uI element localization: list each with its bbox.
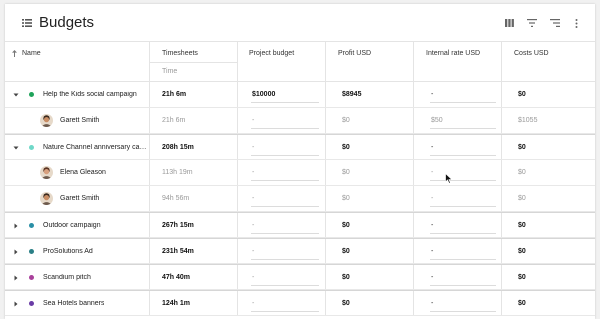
internal-rate-input[interactable]: - <box>431 91 433 98</box>
time-value: 124h 1m <box>162 300 191 307</box>
project-name[interactable]: Outdoor campaign <box>43 222 101 229</box>
costs-value: $0 <box>518 222 526 229</box>
project-name[interactable]: Nature Channel anniversary cam... <box>43 144 147 151</box>
caret-right-icon[interactable] <box>13 275 19 281</box>
project-color-dot <box>29 275 34 280</box>
internal-rate-input[interactable]: - <box>431 195 433 202</box>
page-title: Budgets <box>39 14 95 31</box>
budgets-card: Budgets Name Timesheets Time Project bud… <box>5 4 595 319</box>
project-budget-input[interactable]: - <box>252 248 254 255</box>
profit-value: $0 <box>342 169 350 176</box>
project-budget-input[interactable]: - <box>252 117 254 124</box>
internal-rate-input[interactable]: - <box>431 300 433 307</box>
profit-value: $0 <box>342 300 350 307</box>
column-header-timesheets[interactable]: Timesheets <box>162 50 198 57</box>
internal-rate-input[interactable]: $50 <box>431 117 443 124</box>
costs-value: $0 <box>518 169 526 176</box>
project-color-dot <box>29 145 34 150</box>
costs-value: $0 <box>518 274 526 281</box>
caret-right-icon[interactable] <box>13 301 19 307</box>
person-name[interactable]: Garett Smith <box>60 195 99 202</box>
project-name[interactable]: Scandium pitch <box>43 274 91 281</box>
time-value: 94h 56m <box>162 195 190 202</box>
person-name[interactable]: Elena Gleason <box>60 169 106 176</box>
avatar <box>40 114 53 127</box>
internal-rate-input[interactable]: - <box>431 169 433 176</box>
project-row[interactable]: Outdoor campaign 267h 15m - $0 - $0 <box>5 212 595 238</box>
more-vert-icon[interactable] <box>575 19 578 28</box>
project-row[interactable]: Nature Channel anniversary cam... 208h 15… <box>5 134 595 160</box>
person-row[interactable]: Garett Smith 21h 6m - $0 $50 $1055 <box>5 108 595 134</box>
table-body: Help the Kids social campaign 21h 6m $1000… <box>5 82 595 316</box>
project-color-dot <box>29 301 34 306</box>
sort-arrow-up-icon[interactable] <box>12 50 17 57</box>
project-row[interactable]: ProSolutions Ad 231h 54m - $0 - $0 <box>5 238 595 264</box>
table-header: Name Timesheets Time Project budget Prof… <box>5 42 595 82</box>
profit-value: $8945 <box>342 91 362 98</box>
time-value: 21h 6m <box>162 91 187 98</box>
columns-icon[interactable] <box>505 19 514 27</box>
time-value: 47h 40m <box>162 274 191 281</box>
caret-right-icon[interactable] <box>13 223 19 229</box>
project-budget-input[interactable]: - <box>252 144 254 151</box>
caret-down-icon[interactable] <box>13 92 19 98</box>
caret-right-icon[interactable] <box>13 249 19 255</box>
project-budget-input[interactable]: - <box>252 169 254 176</box>
project-budget-input[interactable]: - <box>252 274 254 281</box>
column-header-profit[interactable]: Profit USD <box>338 50 371 57</box>
column-header-costs[interactable]: Costs USD <box>514 50 549 57</box>
project-budget-input[interactable]: - <box>252 300 254 307</box>
caret-down-icon[interactable] <box>13 145 19 151</box>
internal-rate-input[interactable]: - <box>431 144 433 151</box>
time-value: 231h 54m <box>162 248 194 255</box>
profit-value: $0 <box>342 195 350 202</box>
profit-value: $0 <box>342 144 350 151</box>
profit-value: $0 <box>342 222 350 229</box>
project-budget-input[interactable]: $10000 <box>252 91 275 98</box>
column-header-project-budget[interactable]: Project budget <box>249 50 294 57</box>
list-icon[interactable] <box>22 19 32 27</box>
budgets-table: Name Timesheets Time Project budget Prof… <box>5 42 595 316</box>
project-name[interactable]: ProSolutions Ad <box>43 248 93 255</box>
costs-value: $0 <box>518 195 526 202</box>
mouse-cursor-icon <box>445 173 453 184</box>
internal-rate-input[interactable]: - <box>431 222 433 229</box>
profit-value: $0 <box>342 274 350 281</box>
column-header-name[interactable]: Name <box>22 50 41 57</box>
costs-value: $1055 <box>518 117 538 124</box>
time-value: 21h 6m <box>162 117 186 124</box>
project-name[interactable]: Sea Hotels banners <box>43 300 104 307</box>
time-value: 208h 15m <box>162 144 194 151</box>
project-color-dot <box>29 223 34 228</box>
person-name[interactable]: Garett Smith <box>60 117 99 124</box>
profit-value: $0 <box>342 248 350 255</box>
project-row[interactable]: Scandium pitch 47h 40m - $0 - $0 <box>5 264 595 290</box>
time-value: 267h 15m <box>162 222 194 229</box>
costs-value: $0 <box>518 91 526 98</box>
time-value: 113h 19m <box>162 169 193 176</box>
column-subheader-time: Time <box>162 68 178 75</box>
project-budget-input[interactable]: - <box>252 195 254 202</box>
filter-icon[interactable] <box>527 19 537 27</box>
project-row[interactable]: Help the Kids social campaign 21h 6m $1000… <box>5 82 595 108</box>
costs-value: $0 <box>518 144 526 151</box>
internal-rate-input[interactable]: - <box>431 274 433 281</box>
avatar <box>40 192 53 205</box>
project-color-dot <box>29 92 34 97</box>
avatar <box>40 166 53 179</box>
costs-value: $0 <box>518 248 526 255</box>
person-row[interactable]: Elena Gleason 113h 19m - $0 - $0 <box>5 160 595 186</box>
project-budget-input[interactable]: - <box>252 222 254 229</box>
page-header: Budgets <box>5 4 595 42</box>
costs-value: $0 <box>518 300 526 307</box>
project-row[interactable]: Sea Hotels banners 124h 1m - $0 - $0 <box>5 290 595 316</box>
person-row[interactable]: Garett Smith 94h 56m - $0 - $0 <box>5 186 595 212</box>
internal-rate-input[interactable]: - <box>431 248 433 255</box>
profit-value: $0 <box>342 117 350 124</box>
project-name[interactable]: Help the Kids social campaign <box>43 91 137 98</box>
column-header-internal-rate[interactable]: Internal rate USD <box>426 50 480 57</box>
sort-icon[interactable] <box>550 19 560 27</box>
project-color-dot <box>29 249 34 254</box>
